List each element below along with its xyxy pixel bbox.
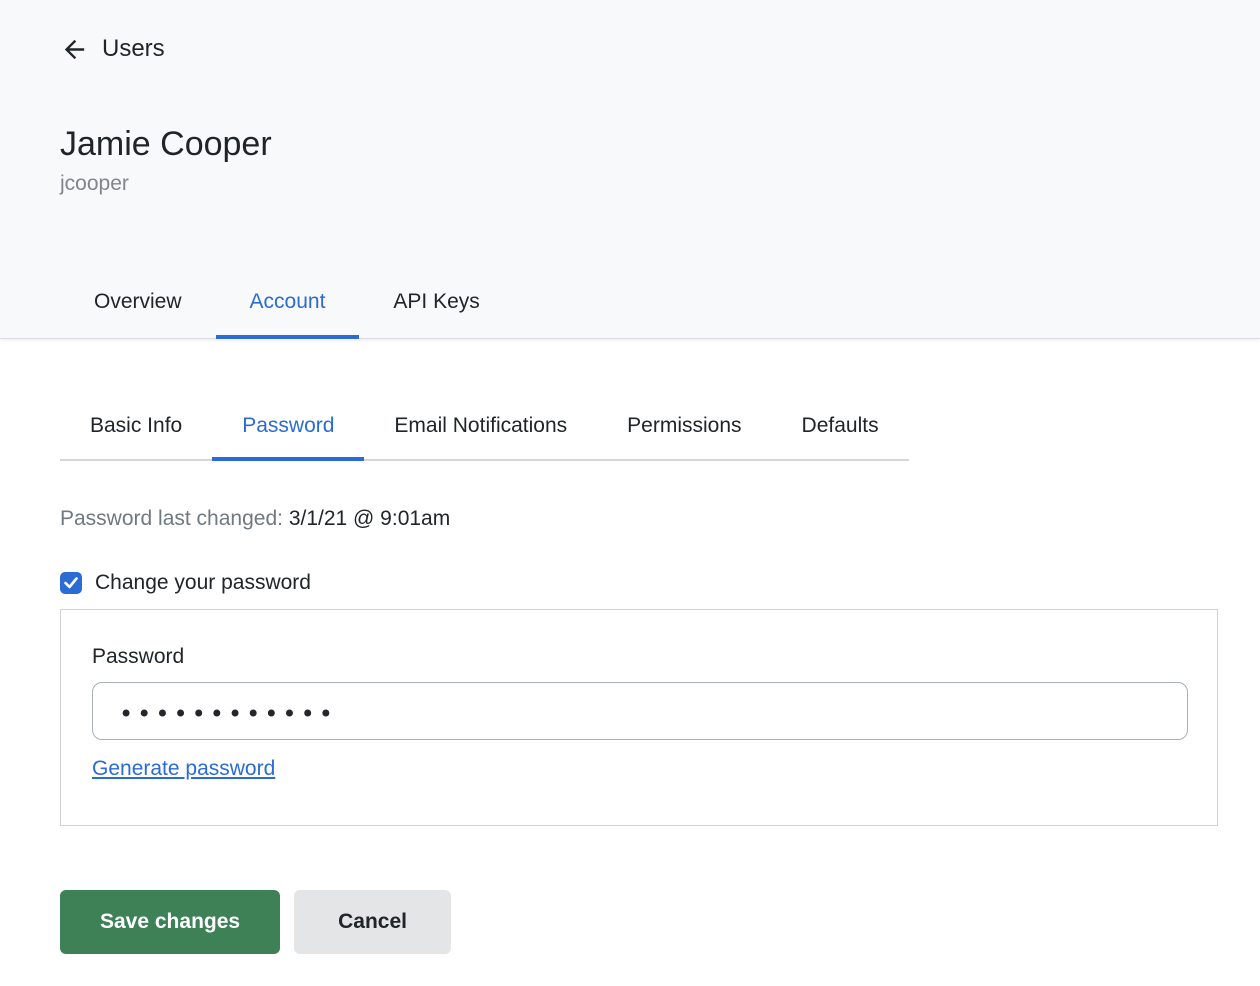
page-title: Jamie Cooper — [60, 125, 272, 163]
save-changes-button[interactable]: Save changes — [60, 890, 281, 954]
back-arrow-icon[interactable] — [60, 35, 89, 64]
account-content: Basic Info Password Email Notifications … — [0, 339, 1260, 954]
tab-overview[interactable]: Overview — [60, 266, 216, 338]
subtab-email-notifications[interactable]: Email Notifications — [364, 393, 597, 459]
back-label[interactable]: Users — [102, 35, 165, 63]
password-input[interactable] — [92, 682, 1188, 740]
page-header: Users Jamie Cooper jcooper Overview Acco… — [0, 0, 1260, 339]
generate-password-link[interactable]: Generate password — [92, 757, 275, 781]
subtab-defaults[interactable]: Defaults — [772, 393, 909, 459]
back-to-users[interactable]: Users — [60, 34, 165, 64]
change-password-toggle-row[interactable]: Change your password — [60, 569, 311, 597]
change-password-label[interactable]: Change your password — [95, 569, 311, 597]
form-actions: Save changes Cancel — [60, 890, 1260, 954]
password-panel: Password Generate password — [60, 609, 1218, 826]
password-field-label: Password — [92, 645, 185, 668]
subtab-permissions[interactable]: Permissions — [597, 393, 771, 459]
change-password-checkbox[interactable] — [60, 572, 82, 594]
password-last-changed: Password last changed: 3/1/21 @ 9:01am — [60, 505, 1260, 533]
password-last-changed-value: 3/1/21 @ 9:01am — [288, 507, 451, 530]
tab-api-keys[interactable]: API Keys — [359, 266, 513, 338]
cancel-button[interactable]: Cancel — [294, 890, 451, 954]
subtab-basic-info[interactable]: Basic Info — [60, 393, 212, 459]
username-subtitle: jcooper — [60, 172, 129, 195]
tab-account[interactable]: Account — [215, 266, 360, 339]
password-last-changed-label: Password last changed: — [60, 507, 283, 530]
subtab-password[interactable]: Password — [212, 393, 365, 461]
checkmark-icon — [64, 577, 78, 589]
main-tabs: Overview Account API Keys — [60, 266, 514, 339]
account-subtabs: Basic Info Password Email Notifications … — [60, 393, 909, 461]
